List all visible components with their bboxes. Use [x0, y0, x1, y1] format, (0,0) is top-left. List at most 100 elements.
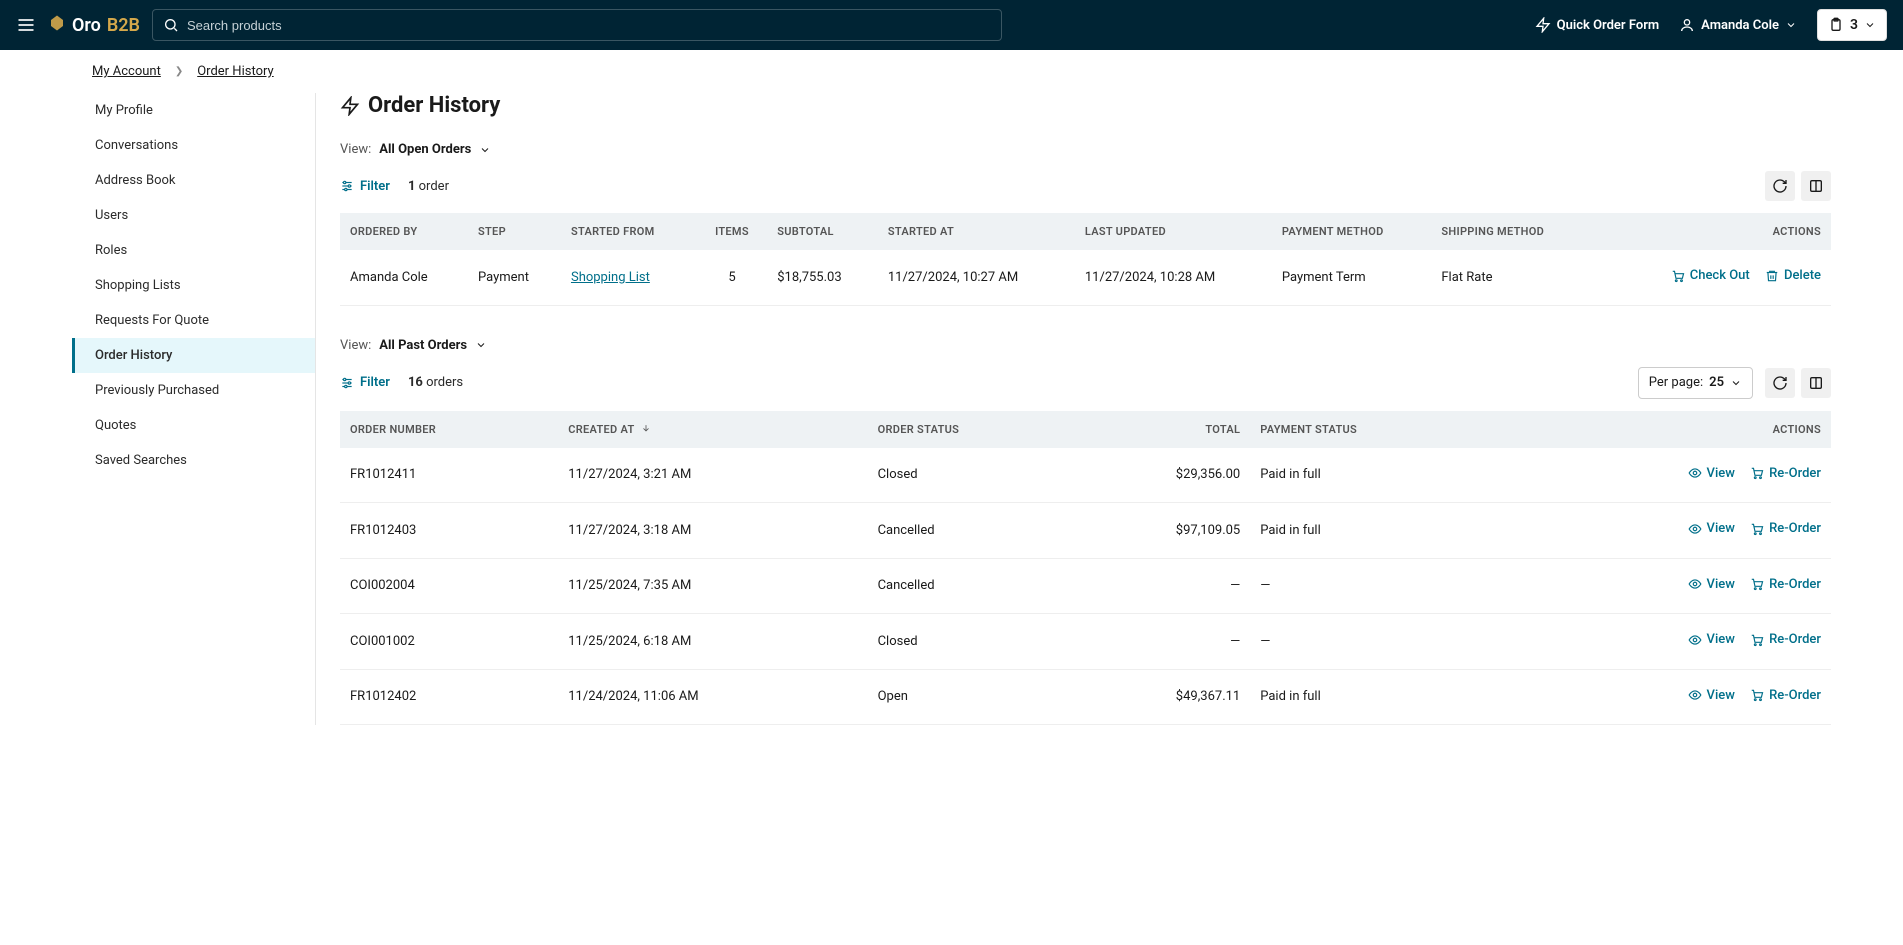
- user-icon: [1679, 17, 1695, 33]
- cart-icon: [1750, 522, 1764, 536]
- cell-started-from: Shopping List: [561, 250, 697, 305]
- cell-started-at: 11/27/2024, 10:27 AM: [878, 250, 1075, 305]
- table-row: Amanda Cole Payment Shopping List 5 $18,…: [340, 250, 1831, 305]
- hamburger-icon[interactable]: [16, 15, 36, 35]
- checkout-action[interactable]: Check Out: [1671, 268, 1750, 283]
- cell-payment-status: —: [1250, 614, 1490, 670]
- reorder-action[interactable]: Re-Order: [1750, 466, 1821, 481]
- cell-order-number: FR1012403: [340, 503, 558, 559]
- cell-payment-status: Paid in full: [1250, 503, 1490, 559]
- sidebar-item[interactable]: Shopping Lists: [72, 268, 315, 303]
- refresh-button[interactable]: [1765, 368, 1795, 398]
- col-started-from[interactable]: Started From: [561, 213, 697, 250]
- col-shipping-method[interactable]: Shipping Method: [1431, 213, 1592, 250]
- past-toolbar: Filter 16 orders Per page: 25: [340, 367, 1831, 399]
- cell-payment-method: Payment Term: [1272, 250, 1432, 305]
- app-header: OroB2B Quick Order Form Amanda Cole 3: [0, 0, 1903, 50]
- cart-button[interactable]: 3: [1817, 9, 1887, 41]
- columns-button[interactable]: [1801, 368, 1831, 398]
- filter-button[interactable]: Filter: [340, 179, 390, 194]
- view-action[interactable]: View: [1688, 688, 1735, 703]
- cell-actions: View Re-Order: [1491, 669, 1831, 725]
- trash-icon: [1765, 269, 1779, 283]
- cell-created-at: 11/27/2024, 3:18 AM: [558, 503, 867, 559]
- col-total[interactable]: Total: [1077, 411, 1251, 448]
- cell-total: $97,109.05: [1077, 503, 1251, 559]
- col-order-number[interactable]: Order Number: [340, 411, 558, 448]
- cell-subtotal: $18,755.03: [767, 250, 878, 305]
- col-last-updated[interactable]: Last Updated: [1075, 213, 1272, 250]
- open-view-selector[interactable]: All Open Orders: [379, 142, 491, 157]
- sidebar-item[interactable]: Users: [72, 198, 315, 233]
- sort-desc-icon: [641, 423, 651, 436]
- cell-order-status: Open: [868, 669, 1077, 725]
- view-action[interactable]: View: [1688, 577, 1735, 592]
- past-view-selector[interactable]: All Past Orders: [379, 338, 487, 353]
- breadcrumb-current[interactable]: Order History: [197, 64, 273, 79]
- delete-action[interactable]: Delete: [1765, 268, 1821, 283]
- logo-suffix: B2B: [107, 15, 140, 36]
- sidebar-item[interactable]: Address Book: [72, 163, 315, 198]
- reorder-action[interactable]: Re-Order: [1750, 577, 1821, 592]
- open-toolbar: Filter 1 order: [340, 171, 1831, 201]
- view-action[interactable]: View: [1688, 632, 1735, 647]
- sidebar-item[interactable]: Requests For Quote: [72, 303, 315, 338]
- quick-order-label: Quick Order Form: [1557, 18, 1660, 33]
- col-ordered-by[interactable]: Ordered By: [340, 213, 468, 250]
- view-label: View:: [340, 338, 371, 353]
- cell-payment-status: —: [1250, 558, 1490, 614]
- user-menu[interactable]: Amanda Cole: [1679, 17, 1797, 33]
- reorder-action[interactable]: Re-Order: [1750, 521, 1821, 536]
- logo[interactable]: OroB2B: [48, 14, 140, 37]
- cell-order-number: COI001002: [340, 614, 558, 670]
- refresh-button[interactable]: [1765, 171, 1795, 201]
- cell-order-status: Cancelled: [868, 558, 1077, 614]
- cell-step: Payment: [468, 250, 561, 305]
- table-row: FR1012403 11/27/2024, 3:18 AM Cancelled …: [340, 503, 1831, 559]
- view-action[interactable]: View: [1688, 521, 1735, 536]
- chevron-down-icon: [1785, 19, 1797, 31]
- sidebar-item[interactable]: Previously Purchased: [72, 373, 315, 408]
- col-actions: Actions: [1491, 411, 1831, 448]
- per-page-selector[interactable]: Per page: 25: [1638, 367, 1753, 399]
- chevron-right-icon: ❯: [175, 66, 183, 77]
- sidebar-item[interactable]: My Profile: [72, 93, 315, 128]
- col-order-status[interactable]: Order Status: [868, 411, 1077, 448]
- breadcrumb-account[interactable]: My Account: [92, 64, 161, 79]
- view-action[interactable]: View: [1688, 466, 1735, 481]
- cell-actions: View Re-Order: [1491, 558, 1831, 614]
- open-count: 1 order: [408, 179, 449, 194]
- col-payment-method[interactable]: Payment Method: [1272, 213, 1432, 250]
- breadcrumb: My Account ❯ Order History: [0, 50, 1903, 93]
- sidebar-item[interactable]: Order History: [72, 338, 315, 373]
- col-payment-status[interactable]: Payment Status: [1250, 411, 1490, 448]
- sliders-icon: [340, 179, 354, 193]
- filter-button[interactable]: Filter: [340, 375, 390, 390]
- quick-order-link[interactable]: Quick Order Form: [1535, 17, 1660, 33]
- sidebar-item[interactable]: Saved Searches: [72, 443, 315, 478]
- chevron-down-icon: [479, 144, 491, 156]
- cell-order-status: Closed: [868, 448, 1077, 503]
- cell-created-at: 11/25/2024, 6:18 AM: [558, 614, 867, 670]
- col-items[interactable]: Items: [697, 213, 767, 250]
- sidebar-item[interactable]: Conversations: [72, 128, 315, 163]
- col-started-at[interactable]: Started At: [878, 213, 1075, 250]
- search-icon: [163, 17, 179, 33]
- shopping-list-link[interactable]: Shopping List: [571, 270, 650, 285]
- search-input[interactable]: [187, 18, 991, 33]
- cart-icon: [1750, 688, 1764, 702]
- past-orders-table: Order Number Created At Order Status Tot…: [340, 411, 1831, 726]
- sidebar-item[interactable]: Quotes: [72, 408, 315, 443]
- reorder-action[interactable]: Re-Order: [1750, 632, 1821, 647]
- columns-button[interactable]: [1801, 171, 1831, 201]
- reorder-action[interactable]: Re-Order: [1750, 688, 1821, 703]
- sidebar-item[interactable]: Roles: [72, 233, 315, 268]
- cell-total: $49,367.11: [1077, 669, 1251, 725]
- cell-last-updated: 11/27/2024, 10:28 AM: [1075, 250, 1272, 305]
- columns-icon: [1808, 375, 1824, 391]
- cart-icon: [1750, 466, 1764, 480]
- col-created-at[interactable]: Created At: [558, 411, 867, 448]
- col-step[interactable]: Step: [468, 213, 561, 250]
- cell-actions: View Re-Order: [1491, 614, 1831, 670]
- col-subtotal[interactable]: Subtotal: [767, 213, 878, 250]
